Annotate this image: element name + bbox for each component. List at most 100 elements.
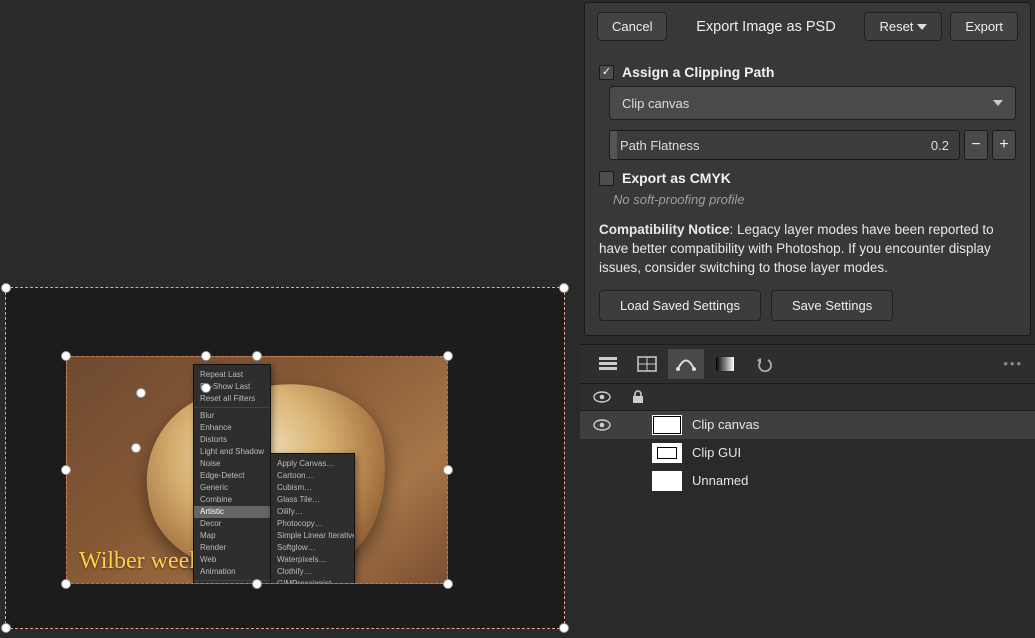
path-row[interactable]: Clip GUI [580, 439, 1035, 467]
inner-handle-sw[interactable] [61, 579, 71, 589]
filters-submenu: Apply Canvas…Cartoon…Cubism…Glass Tile…O… [270, 453, 355, 584]
menu-item[interactable]: Repeat Last [194, 369, 270, 381]
inner-handle-w[interactable] [61, 465, 71, 475]
menu-item[interactable]: Edge-Detect [194, 470, 270, 482]
menu-item[interactable]: Apply Canvas… [271, 458, 354, 470]
undo-icon [754, 356, 774, 372]
menu-item[interactable]: Cartoon… [271, 470, 354, 482]
path-thumbnail [652, 471, 682, 491]
inner-handle-se[interactable] [443, 579, 453, 589]
panel-menu-icon[interactable]: ••• [1003, 356, 1023, 371]
assign-clip-checkbox[interactable]: ✓ [599, 65, 614, 80]
cmyk-label: Export as CMYK [622, 170, 731, 186]
flatness-label: Path Flatness [620, 138, 700, 153]
tab-layers[interactable] [590, 349, 626, 379]
menu-item[interactable]: Artistic [194, 506, 270, 518]
menu-item[interactable]: Clothify… [271, 566, 354, 578]
menu-item[interactable]: Distorts [194, 434, 270, 446]
menu-item[interactable]: Noise [194, 458, 270, 470]
inner-handle-ne[interactable] [443, 351, 453, 361]
menu-item[interactable]: Combine [194, 494, 270, 506]
inner-handle-nw[interactable] [61, 351, 71, 361]
menu-item[interactable]: Blur [194, 410, 270, 422]
cmyk-checkbox[interactable] [599, 171, 614, 186]
path-row[interactable]: Unnamed [580, 467, 1035, 495]
paths-list-header [580, 384, 1035, 411]
visibility-column-header[interactable] [592, 391, 612, 403]
menu-item[interactable]: Animation [194, 566, 270, 578]
flatness-value: 0.2 [931, 138, 949, 153]
assign-clip-label: Assign a Clipping Path [622, 64, 774, 80]
inner-handle-n[interactable] [252, 351, 262, 361]
menu-item[interactable]: Glass Tile… [271, 494, 354, 506]
tab-paths[interactable] [668, 349, 704, 379]
load-settings-button[interactable]: Load Saved Settings [599, 290, 761, 321]
path-row[interactable]: Clip canvas [580, 411, 1035, 439]
menu-item[interactable]: Oilify… [271, 506, 354, 518]
anchor-c[interactable] [201, 383, 211, 393]
menu-item[interactable]: GIMPressionist… [271, 578, 354, 584]
menu-item[interactable]: Decor [194, 518, 270, 530]
canvas-area: Wilber week 2023 edition Repeat LastRe-S… [0, 0, 580, 638]
flatness-increment[interactable]: + [992, 130, 1016, 160]
menu-item[interactable]: Cubism… [271, 482, 354, 494]
path-label: Unnamed [692, 473, 748, 488]
anchor-d[interactable] [136, 388, 146, 398]
menu-item[interactable]: Waterpixels… [271, 554, 354, 566]
cmyk-note: No soft-proofing profile [613, 192, 1016, 207]
path-thumbnail [652, 443, 682, 463]
export-button[interactable]: Export [950, 12, 1018, 41]
menu-item[interactable]: Web [194, 554, 270, 566]
flatness-row: Path Flatness 0.2 − + [609, 130, 1016, 160]
cancel-button[interactable]: Cancel [597, 12, 667, 41]
menu-item[interactable]: Enhance [194, 422, 270, 434]
menu-item[interactable]: Map [194, 530, 270, 542]
dialog-header: Cancel Export Image as PSD Reset Export [585, 3, 1030, 52]
menu-item[interactable]: Simple Linear Iterative Clustering… [271, 530, 354, 542]
filters-menu: Repeat LastRe-Show LastReset all Filters… [193, 364, 271, 584]
menu-item[interactable]: Softglow… [271, 542, 354, 554]
tab-undo-history[interactable] [746, 349, 782, 379]
canvas-selection-outer[interactable]: Wilber week 2023 edition Repeat LastRe-S… [5, 287, 565, 629]
paths-list: Clip canvas Clip GUI Unnamed [580, 411, 1035, 638]
save-settings-button[interactable]: Save Settings [771, 290, 893, 321]
settings-buttons: Load Saved Settings Save Settings [599, 290, 1016, 321]
handle-sw[interactable] [1, 623, 11, 633]
menu-item[interactable]: Render [194, 542, 270, 554]
chevron-down-icon [993, 100, 1003, 106]
right-column: Cancel Export Image as PSD Reset Export … [580, 0, 1035, 638]
caption-main: Wilber week [79, 548, 201, 574]
tab-gradients[interactable] [707, 349, 743, 379]
path-label: Clip canvas [692, 417, 759, 432]
paths-icon [675, 356, 697, 372]
inner-handle-e[interactable] [443, 465, 453, 475]
path-visibility-toggle[interactable] [592, 419, 612, 431]
menu-item[interactable]: Light and Shadow [194, 446, 270, 458]
handle-ne[interactable] [559, 283, 569, 293]
gradient-icon [715, 356, 735, 372]
reset-label: Reset [879, 19, 913, 34]
flatness-field[interactable]: Path Flatness 0.2 [609, 130, 960, 160]
cmyk-row: Export as CMYK [599, 170, 1016, 186]
reset-button[interactable]: Reset [864, 12, 942, 41]
clip-path-combo[interactable]: Clip canvas [609, 86, 1016, 120]
compat-notice: Compatibility Notice: Legacy layer modes… [599, 221, 1016, 278]
lock-icon [631, 390, 645, 404]
menu-item[interactable]: Generic [194, 482, 270, 494]
lock-column-header[interactable] [628, 390, 648, 404]
dialog-title: Export Image as PSD [675, 19, 856, 35]
channels-icon [637, 356, 657, 372]
menu-item[interactable]: Photocopy… [271, 518, 354, 530]
handle-nw[interactable] [1, 283, 11, 293]
inner-handle-s[interactable] [252, 579, 262, 589]
flatness-decrement[interactable]: − [964, 130, 988, 160]
anchor-a[interactable] [131, 443, 141, 453]
menu-item[interactable]: Reset all Filters [194, 393, 270, 405]
export-dialog: Cancel Export Image as PSD Reset Export … [584, 2, 1031, 336]
anchor-b[interactable] [201, 351, 211, 361]
dialog-body: ✓ Assign a Clipping Path Clip canvas Pat… [585, 52, 1030, 335]
check-icon: ✓ [602, 67, 611, 78]
canvas-image: Wilber week 2023 edition Repeat LastRe-S… [66, 356, 448, 584]
tab-channels[interactable] [629, 349, 665, 379]
handle-se[interactable] [559, 623, 569, 633]
